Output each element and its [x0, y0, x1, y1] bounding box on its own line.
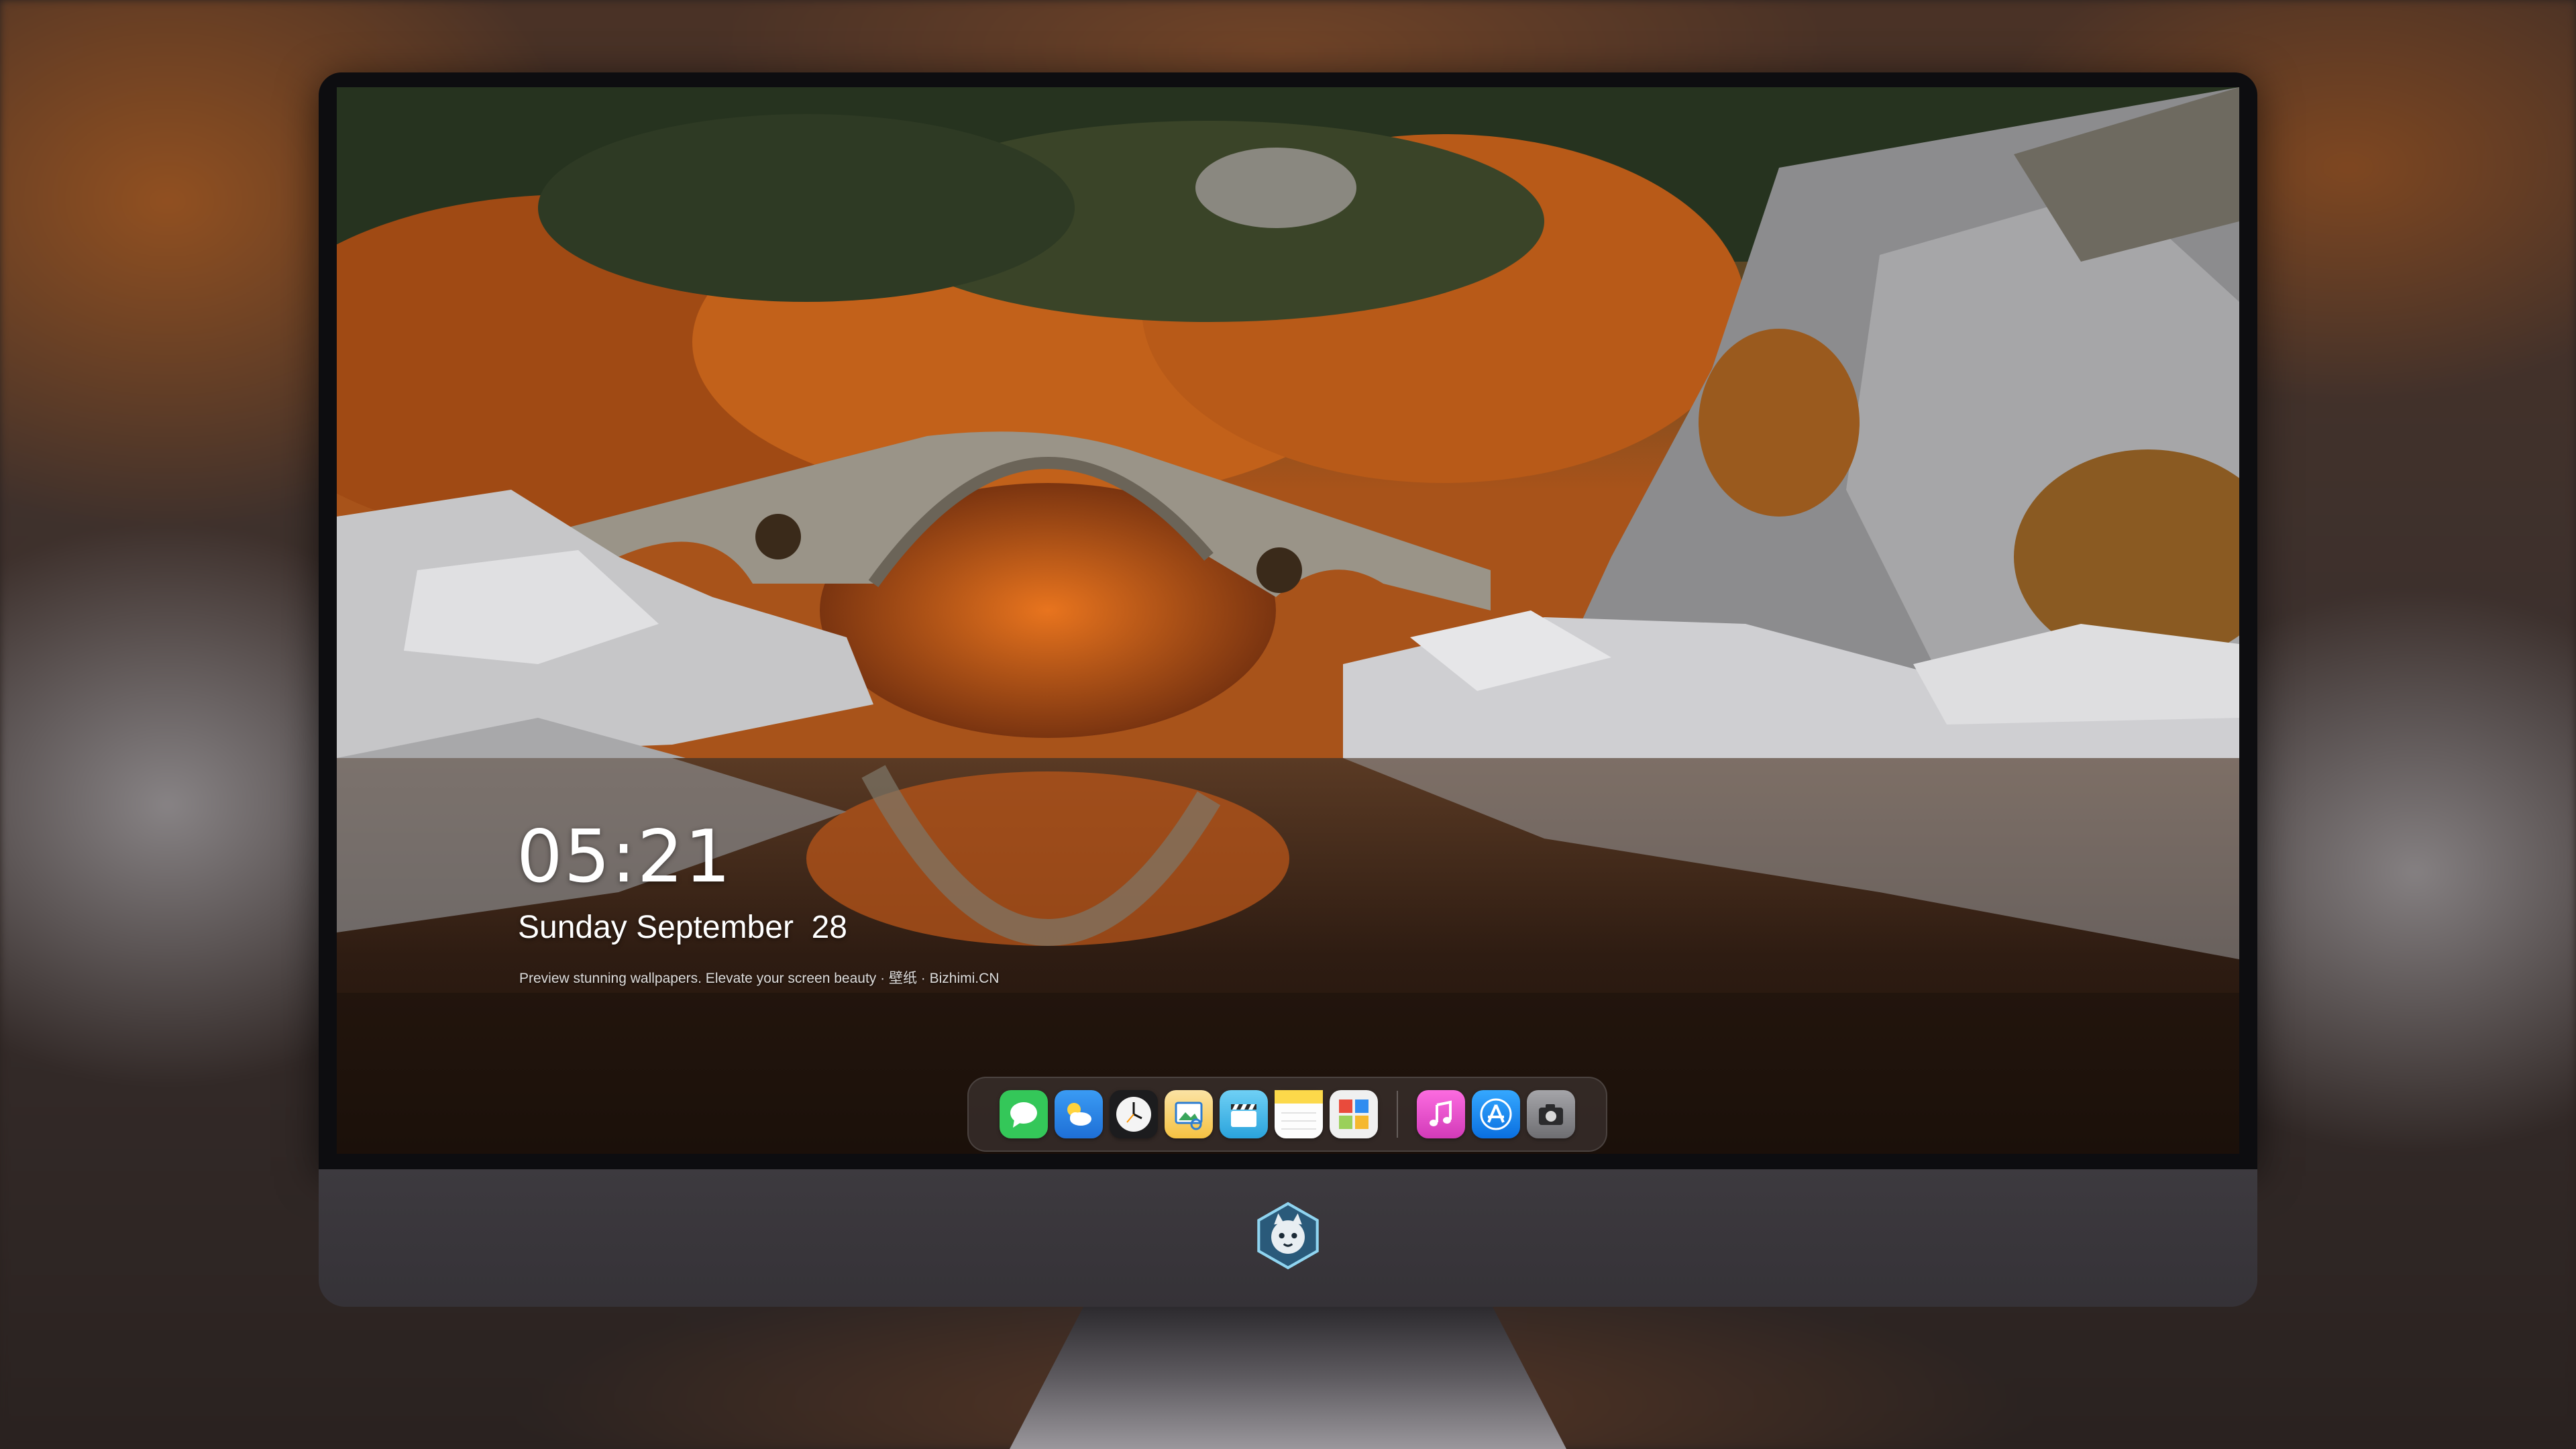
dock-app-screenshot[interactable] — [1527, 1090, 1575, 1138]
dock-app-app-store[interactable] — [1472, 1090, 1520, 1138]
dock-separator — [1397, 1091, 1398, 1138]
dock-app-photo-booth[interactable] — [1330, 1090, 1378, 1138]
mascot-logo-icon — [1257, 1201, 1319, 1270]
message-bubble-icon — [1010, 1102, 1037, 1128]
image-preview-icon — [1175, 1102, 1203, 1130]
desktop-screen: 05:21 Sunday September 28 Preview stunni… — [337, 87, 2239, 1154]
lock-screen-date: Sunday September 28 — [518, 910, 847, 945]
music-note-icon — [1430, 1100, 1452, 1126]
dock-app-notes[interactable] — [1275, 1090, 1323, 1138]
camera-icon — [1539, 1104, 1563, 1125]
dock — [967, 1077, 1607, 1152]
dock-app-preview[interactable] — [1165, 1090, 1213, 1138]
wallpaper-bridge-scene — [337, 87, 2239, 1154]
dock-app-clips[interactable] — [1220, 1090, 1268, 1138]
wallpaper-caption: Preview stunning wallpapers. Elevate you… — [519, 971, 1000, 986]
clock-icon — [1116, 1097, 1151, 1132]
dock-app-messages[interactable] — [1000, 1090, 1048, 1138]
dock-app-weather[interactable] — [1055, 1090, 1103, 1138]
notepad-icon — [1275, 1090, 1323, 1130]
lock-screen-time: 05:21 — [517, 815, 733, 899]
cloud-sun-icon — [1067, 1103, 1091, 1126]
monitor-stand — [1010, 1307, 1566, 1449]
photo-grid-icon — [1339, 1099, 1368, 1129]
dock-app-music[interactable] — [1417, 1090, 1465, 1138]
dock-app-clock[interactable] — [1110, 1090, 1158, 1138]
app-store-icon — [1480, 1098, 1512, 1130]
clapperboard-icon — [1231, 1104, 1256, 1127]
